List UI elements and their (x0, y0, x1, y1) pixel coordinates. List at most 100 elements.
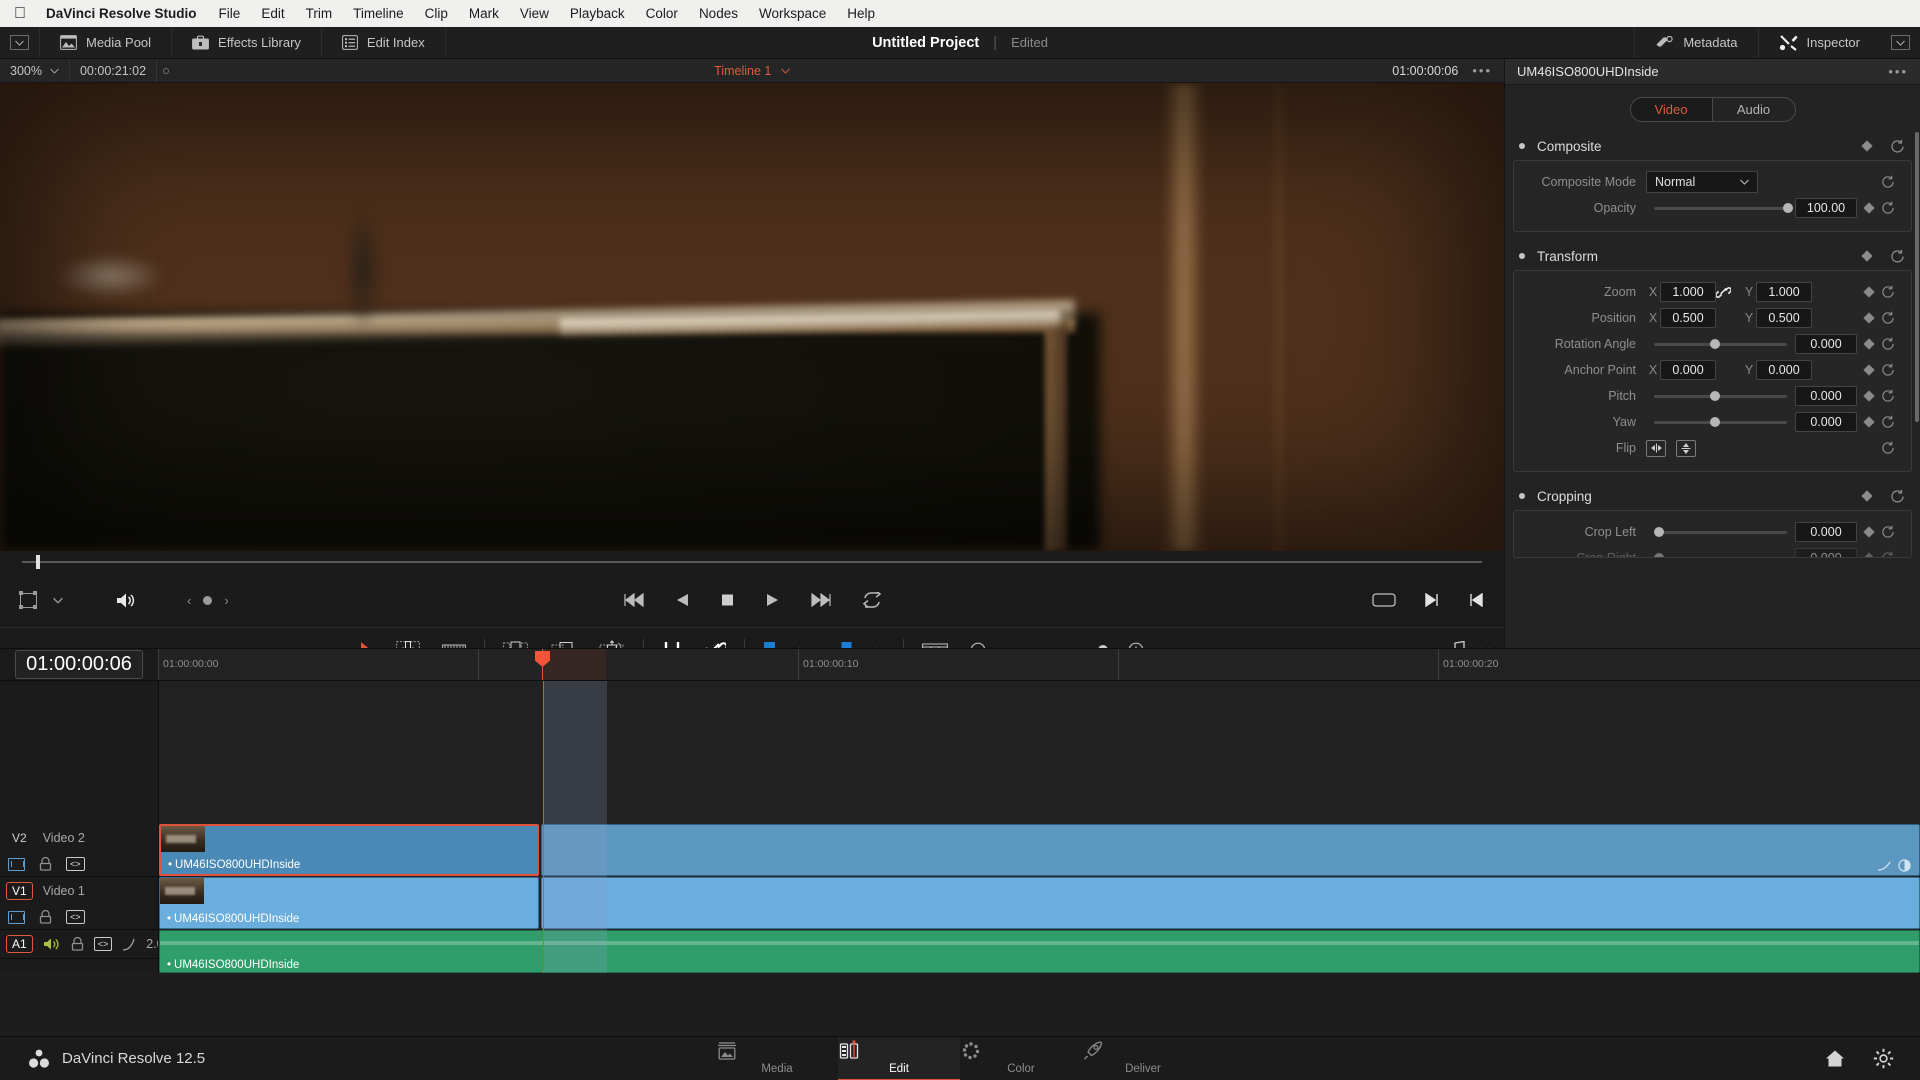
jump-end-button[interactable] (810, 593, 832, 607)
reset-anchor-icon[interactable] (1881, 363, 1905, 377)
reset-zoom-icon[interactable] (1881, 285, 1905, 299)
menu-item-playback[interactable]: Playback (570, 6, 625, 21)
edit-index-button[interactable]: Edit Index (322, 27, 446, 58)
viewer-options-button[interactable]: ••• (1472, 63, 1492, 78)
keyframe-diamond-icon[interactable] (1856, 137, 1878, 155)
timeline-clip-a1[interactable]: • UM46ISO800UHDInside (159, 930, 1920, 973)
inspector-button[interactable]: Inspector (1757, 27, 1880, 58)
track-audio-icon-a1[interactable] (43, 937, 61, 951)
reset-yaw-icon[interactable] (1881, 415, 1905, 429)
opacity-slider[interactable] (1654, 203, 1793, 213)
menu-item-file[interactable]: File (219, 6, 241, 21)
menu-item-help[interactable]: Help (847, 6, 875, 21)
pitch-slider[interactable] (1654, 391, 1787, 401)
track-lock-icon-v2[interactable] (39, 857, 52, 871)
timeline-clip-v1-right[interactable] (541, 877, 1920, 929)
menu-item-nodes[interactable]: Nodes (699, 6, 738, 21)
menu-item-workspace[interactable]: Workspace (759, 6, 826, 21)
section-header-composite[interactable]: Composite (1513, 132, 1912, 160)
track-enable-icon-v2[interactable] (8, 857, 25, 871)
keyframe-diamond-icon-cropping[interactable] (1856, 487, 1878, 505)
viewer-scrubber[interactable] (0, 551, 1504, 573)
opacity-keyframe-icon[interactable] (1857, 201, 1881, 215)
rotation-keyframe-icon[interactable] (1857, 337, 1881, 351)
reset-pitch-icon[interactable] (1881, 389, 1905, 403)
metadata-button[interactable]: Metadata (1634, 27, 1757, 58)
play-reverse-button[interactable] (675, 593, 690, 607)
position-x-field[interactable]: 0.500 (1660, 308, 1716, 328)
menu-item-view[interactable]: View (520, 6, 549, 21)
flip-vertical-button[interactable] (1676, 439, 1696, 457)
crop-left-keyframe-icon[interactable] (1857, 525, 1881, 539)
clip-speed-icon-v2[interactable] (1877, 861, 1891, 871)
marker-dot-icon[interactable] (203, 595, 213, 605)
keyframe-diamond-icon-transform[interactable] (1856, 247, 1878, 265)
track-lock-icon-a1[interactable] (71, 937, 84, 951)
link-zoom-xy-icon[interactable] (1716, 286, 1742, 299)
section-enable-dot-transform[interactable] (1519, 253, 1525, 259)
track-auto-select-icon-a1[interactable]: <> (93, 937, 113, 951)
timeline-ruler[interactable]: 01:00:00:00 01:00:00:10 01:00:00:20 (158, 649, 1920, 680)
reset-opacity-icon[interactable] (1881, 201, 1905, 215)
yaw-slider[interactable] (1654, 417, 1787, 427)
loop-button[interactable] (862, 592, 882, 608)
page-color[interactable]: Color (960, 1037, 1082, 1080)
track-badge-v2[interactable]: V2 (6, 829, 33, 847)
zoom-x-field[interactable]: 1.000 (1660, 282, 1716, 302)
section-header-transform[interactable]: Transform (1513, 242, 1912, 270)
zoom-keyframe-icon[interactable] (1857, 285, 1881, 299)
audio-volume-icon[interactable] (115, 592, 137, 609)
crop-right-keyframe-icon[interactable] (1857, 551, 1881, 557)
page-deliver[interactable]: Deliver (1082, 1037, 1204, 1080)
crop-right-slider[interactable] (1654, 553, 1787, 557)
composite-mode-select[interactable]: Normal (1646, 171, 1758, 193)
clip-color-icon-v2[interactable] (1898, 859, 1911, 872)
position-y-field[interactable]: 0.500 (1756, 308, 1812, 328)
crop-left-field[interactable]: 0.000 (1795, 522, 1857, 542)
timeline-tracks-area[interactable]: • UM46ISO800UHDInside • UM46ISO800UHDInsid… (158, 681, 1920, 973)
anchor-keyframe-icon[interactable] (1857, 363, 1881, 377)
position-keyframe-icon[interactable] (1857, 311, 1881, 325)
section-reset-icon[interactable] (1890, 139, 1912, 154)
track-badge-v1[interactable]: V1 (6, 882, 33, 900)
inspector-scrollbar[interactable] (1915, 132, 1919, 422)
reset-crop-left-icon[interactable] (1881, 525, 1905, 539)
media-pool-button[interactable]: Media Pool (40, 27, 173, 58)
viewer-marker-icon[interactable] (163, 67, 170, 74)
viewer-zoom-selector[interactable]: 300% (0, 59, 70, 82)
flip-horizontal-button[interactable] (1646, 439, 1666, 457)
menu-item-edit[interactable]: Edit (261, 6, 284, 21)
reset-composite-mode-icon[interactable] (1881, 175, 1905, 189)
inspector-panel-toggle[interactable] (1880, 27, 1920, 58)
track-fade-icon-a1[interactable] (122, 938, 136, 951)
anchor-y-field[interactable]: 0.000 (1756, 360, 1812, 380)
page-media[interactable]: Media (716, 1037, 838, 1080)
reset-rotation-icon[interactable] (1881, 337, 1905, 351)
section-header-cropping[interactable]: Cropping (1513, 482, 1912, 510)
pitch-field[interactable]: 0.000 (1795, 386, 1857, 406)
next-marker-button[interactable]: › (224, 593, 228, 608)
timeline-clip-v2[interactable]: • UM46ISO800UHDInside (159, 824, 539, 876)
viewer-timeline-title[interactable]: Timeline 1 (0, 64, 1504, 78)
track-auto-select-icon-v2[interactable]: <> (66, 857, 85, 871)
timeline-clip-v2-right[interactable] (541, 824, 1920, 876)
menu-item-trim[interactable]: Trim (306, 6, 333, 21)
next-edit-icon[interactable] (1424, 593, 1440, 607)
section-enable-dot-cropping[interactable] (1519, 493, 1525, 499)
track-enable-icon-v1[interactable] (8, 910, 25, 924)
yaw-keyframe-icon[interactable] (1857, 415, 1881, 429)
scrubber-playhead[interactable] (36, 555, 40, 569)
inspector-options-button[interactable]: ••• (1888, 64, 1908, 79)
tab-audio[interactable]: Audio (1713, 98, 1795, 121)
effects-library-button[interactable]: Effects Library (172, 27, 322, 58)
anchor-x-field[interactable]: 0.000 (1660, 360, 1716, 380)
fullscreen-icon[interactable] (1372, 593, 1396, 607)
menu-item-timeline[interactable]: Timeline (353, 6, 404, 21)
section-reset-icon-cropping[interactable] (1890, 489, 1912, 504)
inspector-body[interactable]: Composite Composite Mode Normal Opacity … (1505, 132, 1920, 648)
rotation-angle-field[interactable]: 0.000 (1795, 334, 1857, 354)
viewer-video-image[interactable] (0, 83, 1504, 551)
timeline-clip-v1[interactable]: • UM46ISO800UHDInside (159, 877, 539, 929)
opacity-value-field[interactable]: 100.00 (1795, 198, 1857, 218)
section-enable-dot[interactable] (1519, 143, 1525, 149)
